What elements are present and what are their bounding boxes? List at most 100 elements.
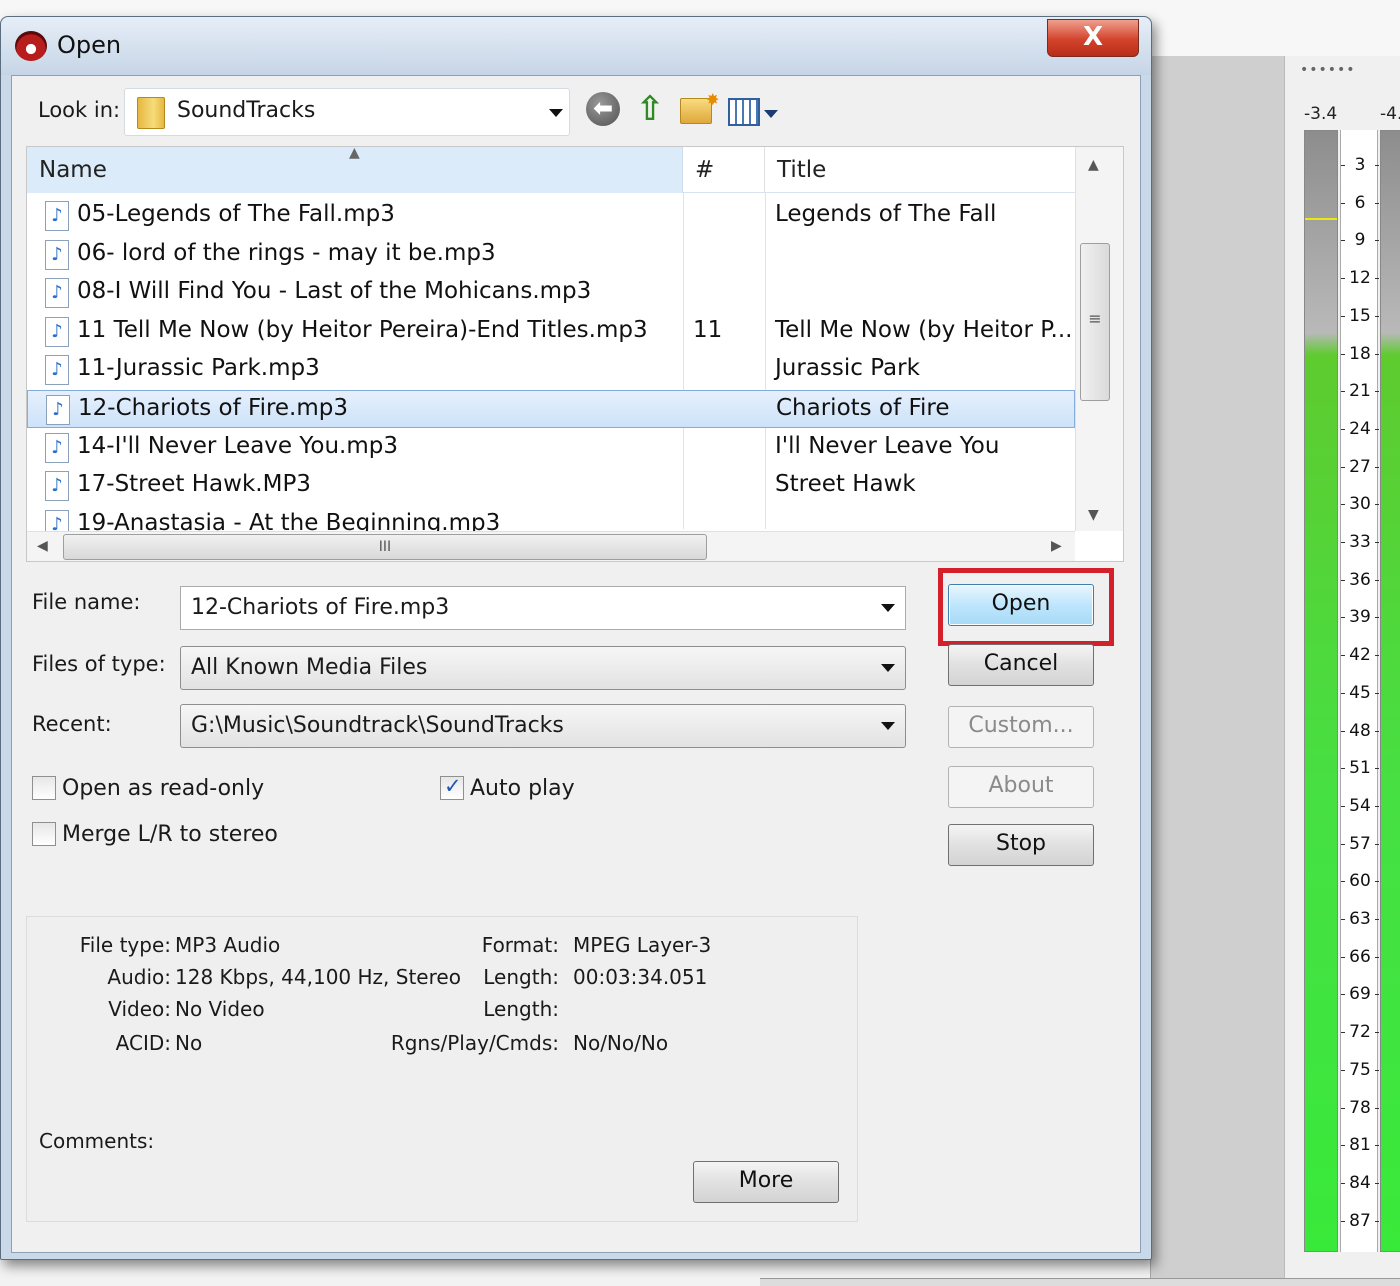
title-cell: Street Hawk — [775, 471, 916, 498]
view-menu-icon[interactable] — [728, 98, 760, 126]
app-logo-icon — [15, 31, 47, 61]
meter-scale-tick: 9 — [1341, 225, 1379, 255]
title-cell: Legends of The Fall — [775, 201, 997, 227]
column-header-number[interactable]: # — [683, 147, 765, 193]
meter-scale-tick: 3 — [1341, 150, 1379, 180]
file-row[interactable]: ♪ 17-Street Hawk.MP3 Street Hawk — [27, 467, 1075, 505]
title-cell: Chariots of Fire — [776, 395, 950, 421]
files-of-type-value: All Known Media Files — [191, 655, 428, 680]
meter-scale-tick: 6 — [1341, 188, 1379, 218]
file-name-cell: 06- lord of the rings - may it be.mp3 — [77, 239, 496, 266]
length-label-2: Length: — [483, 997, 559, 1021]
file-name-cell: 11 Tell Me Now (by Heitor Pereira)-End T… — [77, 316, 648, 343]
file-name-cell: 08-I Will Find You - Last of the Mohican… — [77, 278, 592, 305]
files-of-type-label: Files of type: — [32, 652, 166, 676]
file-name-input[interactable]: 12-Chariots of Fire.mp3 — [180, 586, 906, 630]
new-folder-sparkle-icon: ✸ — [706, 90, 720, 109]
comments-label: Comments: — [39, 1129, 155, 1153]
file-row[interactable]: ♪ 11-Jurassic Park.mp3 Jurassic Park — [27, 351, 1075, 389]
music-file-icon: ♪ — [45, 278, 69, 309]
close-button[interactable]: X — [1047, 19, 1139, 57]
auto-play-checkbox[interactable] — [440, 774, 464, 800]
scroll-up-icon[interactable]: ▲ — [1088, 157, 1099, 173]
file-row[interactable]: ♪ 05-Legends of The Fall.mp3 Legends of Th… — [27, 197, 1075, 235]
chevron-down-icon — [881, 664, 895, 672]
meter-scale-tick: 84 — [1341, 1168, 1379, 1198]
file-type-value: MP3 Audio — [175, 933, 281, 957]
dialog-client: Look in: SoundTracks ⬅ ⇧ ✸ Name ▲ # Titl — [11, 75, 1141, 1253]
folder-icon — [137, 97, 165, 129]
acid-label: ACID: — [115, 1031, 171, 1055]
up-folder-icon[interactable]: ⇧ — [632, 92, 668, 128]
cancel-button[interactable]: Cancel — [948, 644, 1094, 686]
meter-scale-tick: 27 — [1341, 452, 1379, 482]
meter-grip-dots[interactable]: •••••• — [1300, 62, 1356, 78]
scroll-down-icon[interactable]: ▼ — [1088, 507, 1099, 523]
custom-button[interactable]: Custom... — [948, 706, 1094, 748]
music-file-icon: ♪ — [45, 201, 69, 231]
view-chevron-down-icon[interactable] — [764, 110, 778, 118]
title-cell: I'll Never Leave You — [775, 432, 1000, 459]
look-in-value: SoundTracks — [177, 98, 316, 123]
scroll-left-icon[interactable]: ◀ — [37, 538, 48, 554]
vertical-scroll-thumb[interactable]: ≡ — [1080, 243, 1110, 401]
merge-lr-label[interactable]: Merge L/R to stereo — [62, 822, 278, 847]
dialog-title: Open — [57, 31, 122, 59]
music-file-icon: ♪ — [45, 432, 69, 463]
file-list[interactable]: Name ▲ # Title ♪ 05-Legends of The Fall.m… — [26, 145, 1124, 562]
meter-right-peak: -4. — [1380, 104, 1400, 124]
track-number-cell: 11 — [693, 316, 723, 343]
merge-lr-checkbox[interactable] — [32, 822, 56, 846]
chevron-down-icon — [549, 109, 563, 117]
meter-scale-tick: 36 — [1341, 565, 1379, 595]
open-read-only-checkbox[interactable] — [32, 776, 56, 800]
highlight-annotation — [938, 568, 1114, 646]
background-app-bottom — [760, 1278, 1400, 1286]
column-header-name[interactable]: Name ▲ — [27, 145, 683, 193]
open-read-only-label[interactable]: Open as read-only — [62, 776, 264, 801]
recent-dropdown[interactable]: G:\Music\Soundtrack\SoundTracks — [180, 704, 906, 748]
meter-right-bar — [1380, 130, 1400, 1252]
horizontal-scroll-thumb[interactable]: III — [63, 534, 707, 560]
more-button[interactable]: More — [693, 1161, 839, 1203]
title-bar[interactable]: Open X — [1, 17, 1151, 75]
file-row[interactable]: ♪ 06- lord of the rings - may it be.mp3 — [27, 236, 1075, 274]
recent-value: G:\Music\Soundtrack\SoundTracks — [191, 713, 564, 738]
file-type-label: File type: — [79, 933, 171, 957]
file-row[interactable]: ♪ 12-Chariots of Fire.mp3 Chariots of Fire — [27, 390, 1075, 428]
file-row[interactable]: ♪ 08-I Will Find You - Last of the Mohica… — [27, 274, 1075, 312]
length-label: Length: — [483, 965, 559, 989]
meter-scale-tick: 81 — [1341, 1130, 1379, 1160]
background-app-panel — [1150, 56, 1284, 1286]
meter-scale-tick: 63 — [1341, 904, 1379, 934]
stop-button[interactable]: Stop — [948, 824, 1094, 866]
meter-left-bar — [1304, 130, 1338, 1252]
vertical-scrollbar[interactable]: ▲ ≡ ▼ — [1075, 147, 1123, 531]
meter-scale-tick: 45 — [1341, 678, 1379, 708]
file-row[interactable]: ♪ 11 Tell Me Now (by Heitor Pereira)-End … — [27, 313, 1075, 351]
meter-scale-tick: 21 — [1341, 376, 1379, 406]
meter-scale-tick: 75 — [1341, 1055, 1379, 1085]
music-file-icon: ♪ — [45, 239, 69, 270]
column-header-title[interactable]: Title — [765, 147, 1075, 193]
music-file-icon: ♪ — [46, 395, 70, 425]
meter-scale-tick: 87 — [1341, 1206, 1379, 1236]
back-icon[interactable]: ⬅ — [586, 92, 620, 126]
files-of-type-dropdown[interactable]: All Known Media Files — [180, 646, 906, 690]
format-value: MPEG Layer-3 — [573, 933, 712, 957]
scroll-right-icon[interactable]: ▶ — [1051, 538, 1062, 554]
chevron-down-icon[interactable] — [881, 604, 895, 612]
title-cell: Jurassic Park — [775, 355, 920, 382]
file-name-cell: 12-Chariots of Fire.mp3 — [78, 395, 349, 421]
file-row[interactable]: ♪ 14-I'll Never Leave You.mp3 I'll Never L… — [27, 429, 1075, 467]
about-button[interactable]: About — [948, 766, 1094, 808]
meter-scale-tick: 42 — [1341, 640, 1379, 670]
music-file-icon: ♪ — [45, 355, 69, 386]
auto-play-label[interactable]: Auto play — [470, 776, 575, 801]
look-in-label: Look in: — [38, 98, 121, 122]
look-in-dropdown[interactable]: SoundTracks — [124, 88, 570, 136]
meter-scale-tick: 72 — [1341, 1017, 1379, 1047]
file-name-cell: 05-Legends of The Fall.mp3 — [77, 201, 395, 227]
horizontal-scrollbar[interactable]: ◀ III ▶ — [27, 531, 1075, 561]
audio-label: Audio: — [107, 965, 171, 989]
